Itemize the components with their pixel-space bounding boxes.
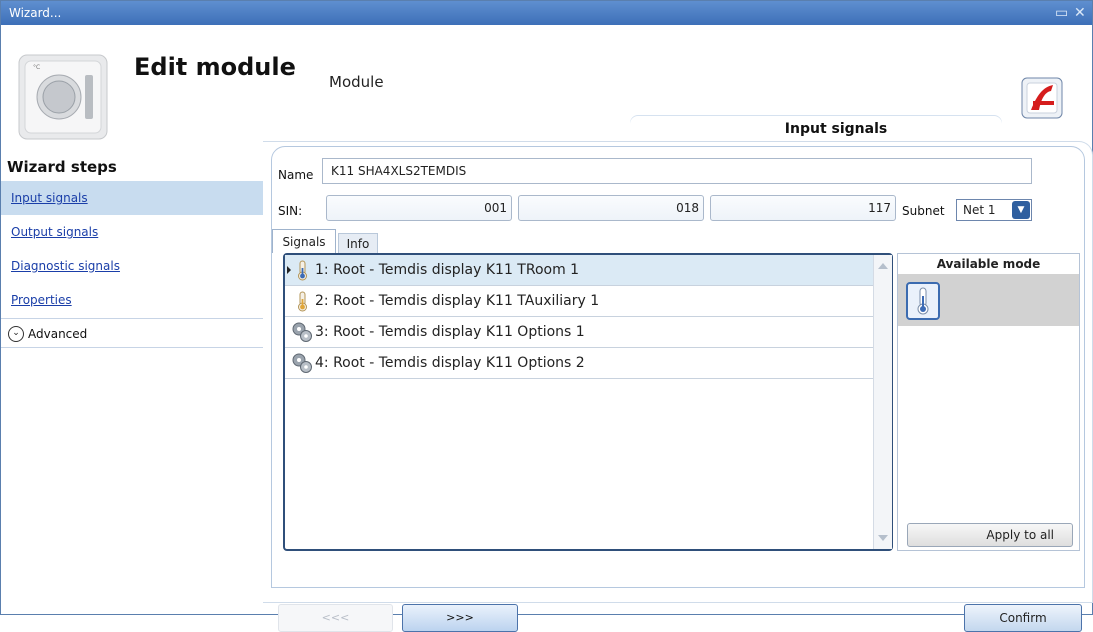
wizard-step-label[interactable]: Input signals [11, 191, 88, 205]
thermometer-icon [298, 260, 307, 281]
wizard-step-label[interactable]: Output signals [11, 225, 98, 239]
subnet-value: Net 1 [963, 203, 996, 217]
signal-label: 2: Root - Temdis display K11 TAuxiliary … [315, 293, 600, 309]
restore-icon[interactable]: ▭ [1055, 5, 1068, 21]
sin-label: SIN: [278, 204, 303, 218]
signal-label: 1: Root - Temdis display K11 TRoom 1 [315, 262, 580, 278]
close-icon[interactable]: ✕ [1074, 5, 1086, 21]
module-thumbnail-icon: °C [18, 54, 108, 140]
thermometer-icon [298, 291, 307, 312]
wizard-step-label[interactable]: Diagnostic signals [11, 259, 120, 273]
signal-row-4[interactable]: 4: Root - Temdis display K11 Options 2 [285, 348, 873, 379]
wizard-step-properties[interactable]: Properties [1, 283, 263, 317]
available-mode-panel: Available mode [897, 253, 1080, 551]
signal-row-2[interactable]: 2: Root - Temdis display K11 TAuxiliary … [285, 286, 873, 317]
advanced-expander[interactable]: ⌄ Advanced [1, 318, 263, 348]
wizard-steps-panel: Wizard steps Input signals Output signal… [1, 146, 264, 601]
wizard-step-input-signals[interactable]: Input signals [1, 181, 263, 215]
window-title: Wizard... [9, 6, 62, 20]
signals-grid: 1: Root - Temdis display K11 TRoom 1 2: … [283, 253, 893, 551]
subnet-select[interactable]: Net 1 ▼ [956, 199, 1032, 221]
sin-field-3[interactable]: 117 [710, 195, 896, 221]
available-mode-title: Available mode [898, 254, 1079, 275]
signal-label: 4: Root - Temdis display K11 Options 2 [315, 355, 585, 371]
wizard-window: Wizard... ▭ ✕ °C Edit module Module Inpu… [0, 0, 1093, 632]
title-bar: Wizard... ▭ ✕ [1, 1, 1092, 25]
name-label: Name [278, 168, 314, 182]
previous-button[interactable]: <<< [278, 604, 393, 632]
confirm-button[interactable]: Confirm [964, 604, 1082, 632]
page-title: Edit module [134, 53, 296, 81]
scroll-up-icon[interactable] [878, 263, 888, 269]
apply-to-all-button[interactable]: Apply to all [907, 523, 1073, 547]
subnet-label: Subnet [902, 204, 945, 218]
signal-label: 3: Root - Temdis display K11 Options 1 [315, 324, 585, 340]
wizard-step-output-signals[interactable]: Output signals [1, 215, 263, 249]
wizard-step-diagnostic-signals[interactable]: Diagnostic signals [1, 249, 263, 283]
next-button[interactable]: >>> [402, 604, 518, 632]
svg-text:°C: °C [33, 64, 40, 71]
vertical-scrollbar[interactable] [873, 255, 892, 549]
pdf-icon[interactable] [1021, 77, 1063, 119]
sin-field-1[interactable]: 001 [326, 195, 512, 221]
thermometer-icon [917, 287, 929, 315]
advanced-label: Advanced [28, 326, 88, 341]
wizard-step-label[interactable]: Properties [11, 293, 72, 307]
gears-icon [292, 322, 312, 342]
available-mode-area [898, 274, 1079, 326]
chevron-down-icon[interactable]: ⌄ [8, 325, 24, 342]
gears-icon [292, 353, 312, 373]
page-subtitle: Module [329, 73, 384, 91]
name-field[interactable]: K11 SHA4XLS2TEMDIS [322, 158, 1032, 184]
scroll-down-icon[interactable] [878, 535, 888, 541]
tab-info[interactable]: Info [338, 233, 378, 253]
chevron-down-icon[interactable]: ▼ [1012, 201, 1030, 219]
mode-thermometer-button[interactable] [906, 282, 940, 320]
tab-signals[interactable]: Signals [272, 229, 336, 253]
section-tab-label: Input signals [784, 121, 888, 137]
sin-field-2[interactable]: 018 [518, 195, 704, 221]
section-tab-header: Input signals [630, 116, 1002, 140]
signal-row-1[interactable]: 1: Root - Temdis display K11 TRoom 1 [285, 255, 873, 286]
wizard-steps-title: Wizard steps [7, 158, 117, 176]
signal-row-3[interactable]: 3: Root - Temdis display K11 Options 1 [285, 317, 873, 348]
